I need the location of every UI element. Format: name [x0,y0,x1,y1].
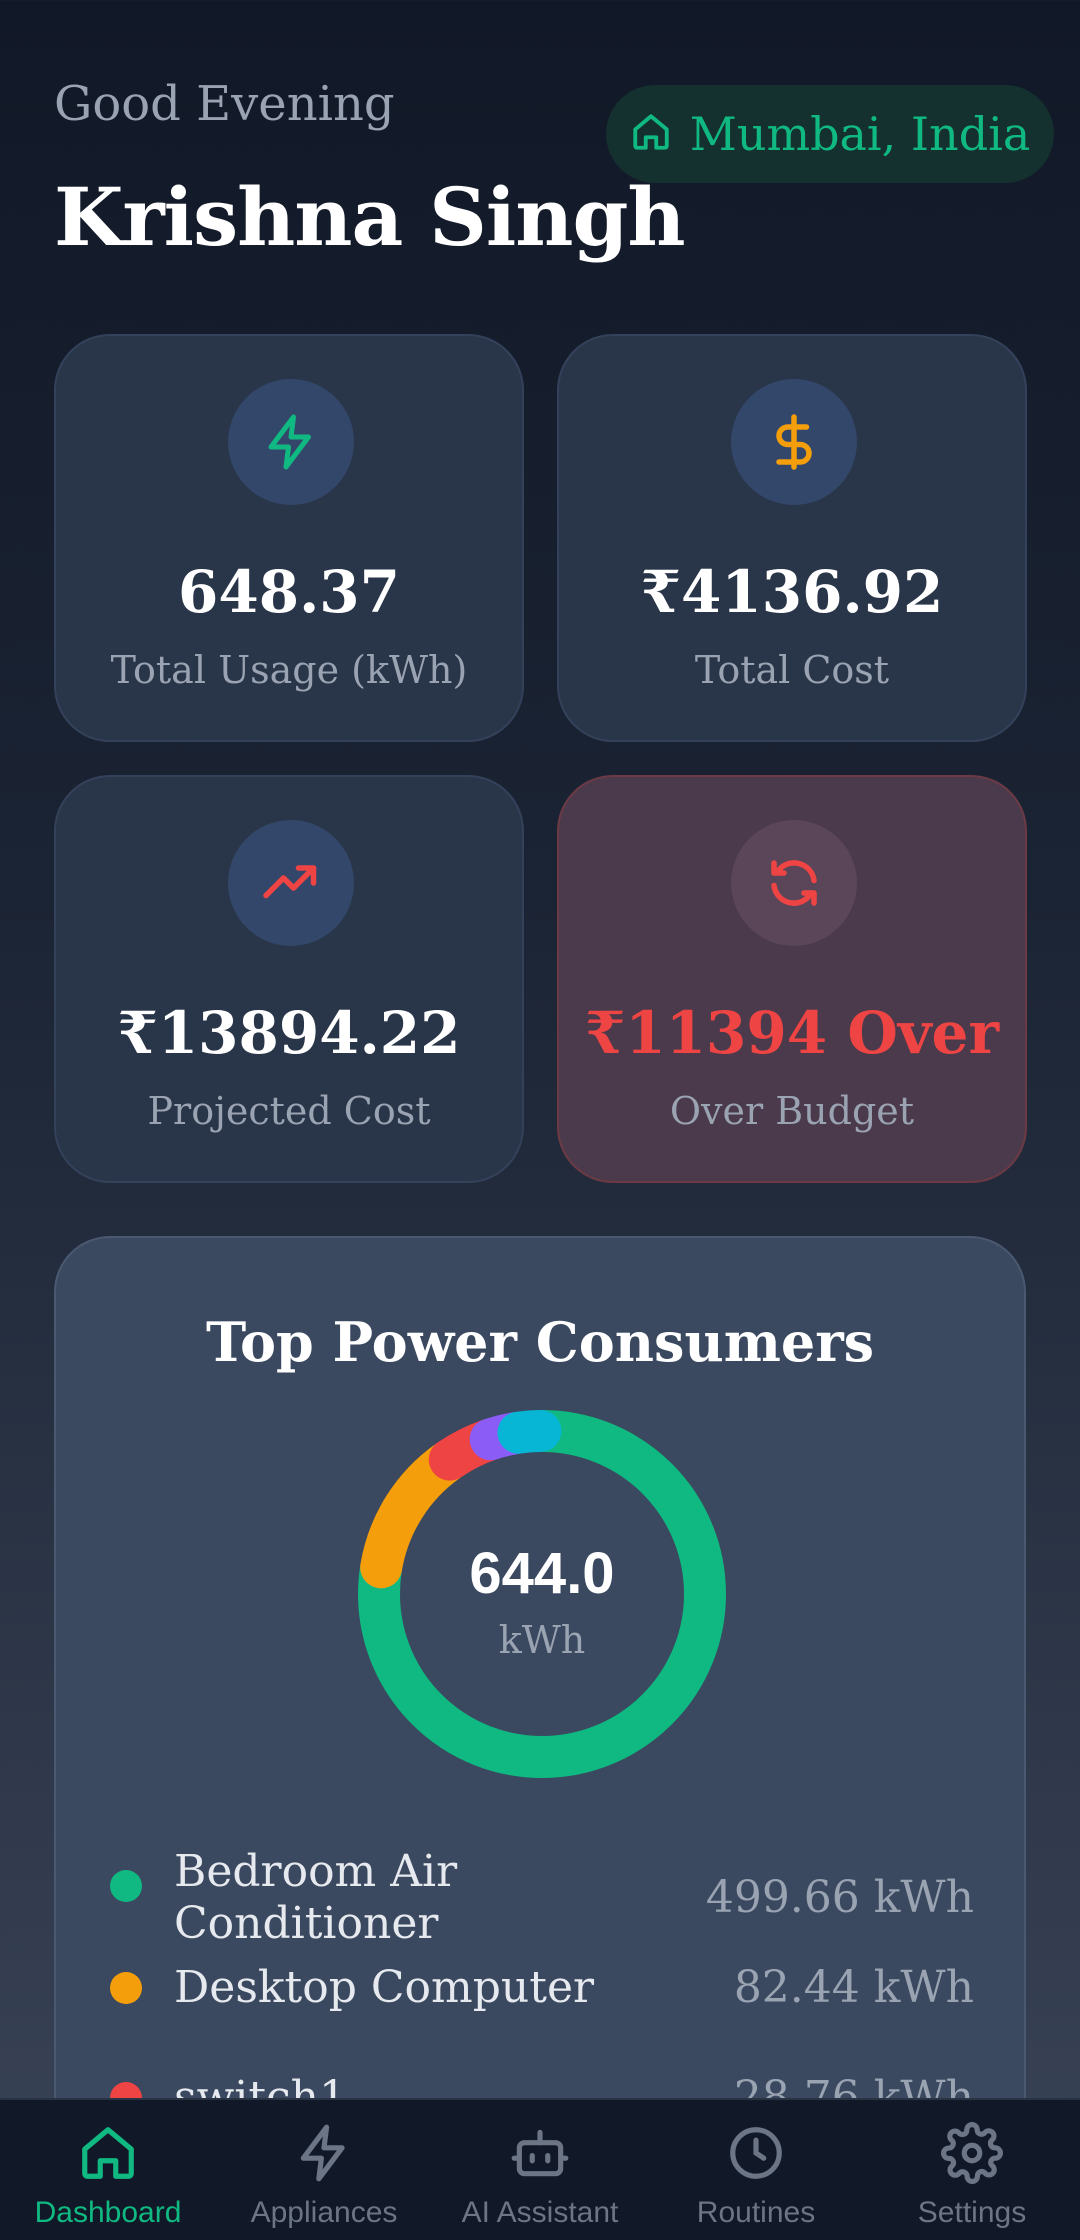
robot-icon [509,2122,571,2188]
appliance-name: Desktop Computer [174,1962,595,2013]
refresh-icon [731,820,857,946]
home-icon [77,2122,139,2188]
nav-item-appliances[interactable]: Appliances [216,2100,432,2240]
stat-label: Projected Cost [147,1089,431,1133]
legend-dot [110,1972,142,2004]
nav-item-routines[interactable]: Routines [648,2100,864,2240]
stat-card-total-usage[interactable]: 648.37 Total Usage (kWh) [54,334,524,742]
lightning-icon [228,379,354,505]
dollar-icon [731,379,857,505]
donut-total-unit: kWh [498,1618,586,1662]
donut-chart: 644.0 kWh [356,1408,728,1780]
nav-item-settings[interactable]: Settings [864,2100,1080,2240]
location-text: Mumbai, India [689,107,1031,161]
list-item[interactable]: Bedroom Air Conditioner 499.66 kWh [110,1846,974,1950]
location-badge[interactable]: Mumbai, India [606,85,1054,183]
nav-label: Dashboard [34,2196,182,2229]
stat-value: ₹4136.92 [640,558,944,626]
nav-item-ai-assistant[interactable]: AI Assistant [432,2100,648,2240]
list-item[interactable]: Desktop Computer 82.44 kWh [110,1962,974,2014]
section-title: Top Power Consumers [205,1310,875,1374]
bottom-navigation: Dashboard Appliances AI Assistant Routin… [0,2098,1080,2240]
stat-label: Over Budget [669,1089,915,1133]
trending-up-icon [228,820,354,946]
stat-value: ₹13894.22 [117,999,461,1067]
nav-item-dashboard[interactable]: Dashboard [0,2100,216,2240]
nav-label: Settings [917,2196,1027,2229]
appliance-usage: 499.66 kWh [705,1872,974,1923]
stat-card-total-cost[interactable]: ₹4136.92 Total Cost [557,334,1027,742]
gear-icon [941,2122,1003,2188]
lightning-icon [293,2122,355,2188]
appliance-name: Bedroom Air Conditioner [174,1846,458,1949]
stat-value: 648.37 [178,558,400,626]
stat-card-over-budget[interactable]: ₹11394 Over Over Budget [557,775,1027,1183]
appliance-usage: 82.44 kWh [733,1962,974,2013]
clock-icon [725,2122,787,2188]
stat-label: Total Cost [694,648,890,692]
stat-value: ₹11394 Over [584,999,999,1067]
nav-label: AI Assistant [461,2196,619,2229]
legend-dot [110,1870,142,1902]
stat-card-projected-cost[interactable]: ₹13894.22 Projected Cost [54,775,524,1183]
nav-label: Appliances [250,2196,398,2229]
nav-label: Routines [696,2196,816,2229]
user-name: Krishna Singh [54,170,686,264]
top-consumers-card: Top Power Consumers 644.0 kWh Bedroom Ai… [54,1236,1026,2240]
home-icon [630,111,672,157]
stat-label: Total Usage (kWh) [110,648,468,692]
greeting-text: Good Evening [54,76,395,132]
donut-total-value: 644.0 [469,1541,615,1606]
